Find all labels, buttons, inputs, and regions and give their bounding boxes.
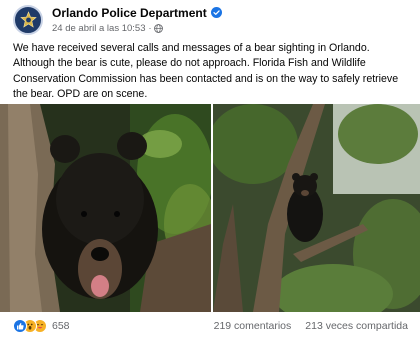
globe-icon xyxy=(154,23,164,33)
post-meta: Orlando Police Department 24 de abril a … xyxy=(52,5,222,35)
like-reaction-icon xyxy=(13,319,27,333)
engagement-stats: 219 comentarios 213 veces compartida xyxy=(214,320,408,332)
page-avatar[interactable] xyxy=(13,5,43,35)
shares-count-link[interactable]: 213 veces compartida xyxy=(305,320,408,332)
post-timestamp[interactable]: 24 de abril a las 10:53 xyxy=(52,23,145,34)
facebook-post: Orlando Police Department 24 de abril a … xyxy=(0,0,420,342)
timestamp-row: 24 de abril a las 10:53 · xyxy=(52,21,222,35)
comments-count-link[interactable]: 219 comentarios xyxy=(214,320,292,332)
verified-badge-icon xyxy=(210,7,222,18)
engagement-bar: 658 219 comentarios 213 veces compartida xyxy=(0,314,420,342)
photo-bear-in-tree[interactable] xyxy=(213,104,420,312)
photo-bear-closeup[interactable] xyxy=(0,104,211,312)
reactions-summary[interactable]: 658 xyxy=(13,319,70,333)
photo-grid xyxy=(0,104,420,312)
separator-dot: · xyxy=(148,23,152,33)
reaction-count: 658 xyxy=(52,320,70,332)
police-badge-icon xyxy=(20,11,37,28)
page-name[interactable]: Orlando Police Department xyxy=(52,6,207,20)
post-text: We have received several calls and messa… xyxy=(13,42,399,101)
author-row: Orlando Police Department xyxy=(52,5,222,20)
post-header: Orlando Police Department 24 de abril a … xyxy=(13,4,222,36)
